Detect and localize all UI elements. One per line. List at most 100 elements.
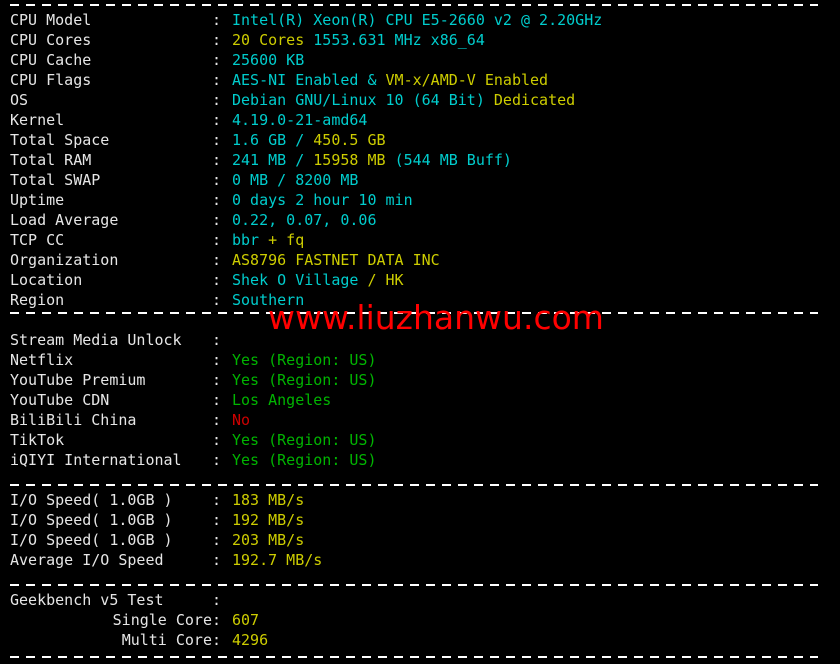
row-label: YouTube CDN [10,391,110,409]
row-value-segment: 15958 MB [313,151,395,169]
row-value-segment: Los Angeles [232,391,332,409]
row-colon: : [212,71,222,89]
io-speed-row: I/O Speed( 1.0GB ):192 MB/s [0,510,840,530]
row-colon: : [212,351,222,369]
row-colon: : [212,231,222,249]
row-value-segment: Shek O Village [232,271,368,289]
row-value-segment: 1.6 GB / [232,131,314,149]
row-value-segment: 203 MB/s [232,531,305,549]
row-value-segment: 0 MB / 8200 MB [232,171,359,189]
row-colon: : [212,631,222,649]
stream-media-row: YouTube CDN: Los Angeles [0,390,840,410]
row-label: CPU Cores [10,31,92,49]
row-value-segment: Yes (Region: US) [232,351,377,369]
row-colon: : [212,291,222,309]
row-colon: : [212,371,222,389]
row-label: I/O Speed( 1.0GB ) [10,511,173,529]
row-label: Uptime [10,191,65,209]
row-value-segment: Yes (Region: US) [232,371,377,389]
row-value-segment: 607 [232,611,260,629]
row-value-segment: 25600 KB [232,51,305,69]
system-info-row: CPU Flags: AES-NI Enabled & VM-x/AMD-V En… [0,70,840,90]
row-label: CPU Flags [10,71,92,89]
row-label: Total Space [10,131,110,149]
row-colon: : [212,411,222,429]
row-colon: : [212,391,222,409]
row-colon: : [212,511,222,529]
row-label: Multi Core [121,631,212,649]
row-value-segment: VM-x/AMD-V Enabled [385,71,549,89]
row-colon: : [212,131,222,149]
row-colon: : [212,91,222,109]
row-value-segment: 192.7 MB/s [232,551,323,569]
stream-media-row: TikTok: Yes (Region: US) [0,430,840,450]
row-value-segment: 241 MB / [232,151,314,169]
row-colon: : [212,331,222,349]
row-value-segment: Yes (Region: US) [232,451,377,469]
geekbench-row: Single Core: 607 [0,610,840,630]
row-label: Region [10,291,65,309]
row-value-segment: 192 MB/s [232,511,305,529]
row-label: Total SWAP [10,171,101,189]
row-colon: : [212,431,222,449]
system-info-row: Load Average:0.22, 0.07, 0.06 [0,210,840,230]
row-label: Netflix [10,351,74,369]
row-label: BiliBili China [10,411,137,429]
io-speed-row: I/O Speed( 1.0GB ):203 MB/s [0,530,840,550]
geekbench-row: Multi Core: 4296 [0,630,840,650]
row-colon: : [212,551,222,569]
row-label: OS [10,91,29,109]
system-info-row: Organization: AS8796 FASTNET DATA INC [0,250,840,270]
separator-system [10,312,818,314]
system-info-row: Location: Shek O Village / HK [0,270,840,290]
row-value-segment: bbr [232,231,269,249]
row-colon: : [212,191,222,209]
io-speed-row: Average I/O Speed:192.7 MB/s [0,550,840,570]
row-colon: : [212,211,222,229]
row-value-segment: Intel(R) Xeon(R) CPU E5-2660 v2 @ 2.20GH… [232,11,603,29]
stream-media-row: iQIYI International: Yes (Region: US) [0,450,840,470]
row-label: YouTube Premium [10,371,146,389]
row-value-segment: 1553.631 MHz x86_64 [313,31,485,49]
row-value-segment: + fq [268,231,305,249]
row-value-segment: Debian GNU/Linux 10 (64 Bit) [232,91,494,109]
system-info-row: Total SWAP:0 MB / 8200 MB [0,170,840,190]
site-watermark: www.liuzhanwu.com [268,298,604,337]
row-label: Kernel [10,111,65,129]
row-value-segment: No [232,411,251,429]
row-colon: : [212,491,222,509]
row-value-segment: 183 MB/s [232,491,305,509]
system-info-row: CPU Model: Intel(R) Xeon(R) CPU E5-2660 v… [0,10,840,30]
system-info-row: CPU Cache:25600 KB [0,50,840,70]
system-info-row: TCP CC: bbr + fq [0,230,840,250]
row-value-segment: / HK [367,271,404,289]
row-value-segment: Southern [232,291,305,309]
row-colon: : [212,271,222,289]
row-value-segment: Dedicated [493,91,576,109]
system-info-row: Kernel:4.19.0-21-amd64 [0,110,840,130]
row-label: I/O Speed( 1.0GB ) [10,531,173,549]
separator-stream [10,484,818,486]
row-value-segment: Yes (Region: US) [232,431,377,449]
stream-media-row: BiliBili China: No [0,410,840,430]
row-label: iQIYI International [10,451,182,469]
system-info-row: Total Space:1.6 GB / 450.5 GB [0,130,840,150]
row-value-segment: (544 MB Buff) [394,151,512,169]
row-colon: : [212,171,222,189]
row-colon: : [212,591,222,609]
stream-media-row: Netflix: Yes (Region: US) [0,350,840,370]
row-label: CPU Model [10,11,92,29]
row-colon: : [212,31,222,49]
geekbench-row: Geekbench v5 Test: [0,590,840,610]
row-label: Single Core [112,611,212,629]
row-colon: : [212,611,222,629]
row-colon: : [212,111,222,129]
row-label: TCP CC [10,231,65,249]
row-value-segment: 4.19.0-21-amd64 [232,111,368,129]
row-value-segment: 0 days 2 hour 10 min [232,191,413,209]
row-value-segment: 20 Cores [232,31,314,49]
row-label: Organization [10,251,119,269]
io-speed-row: I/O Speed( 1.0GB ):183 MB/s [0,490,840,510]
system-info-row: Uptime:0 days 2 hour 10 min [0,190,840,210]
row-colon: : [212,11,222,29]
